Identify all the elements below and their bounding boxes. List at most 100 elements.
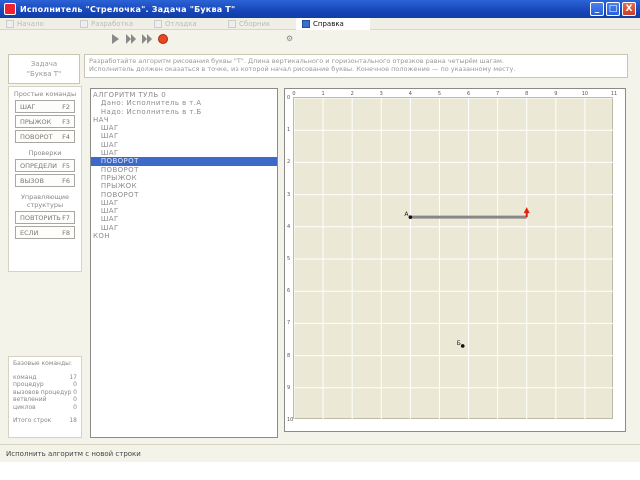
stop-button[interactable]: [158, 34, 168, 44]
stats-row: вызовов процедур 0: [13, 388, 77, 396]
menu-item-debug[interactable]: Отладка: [148, 18, 222, 30]
main-area: Простые команды ШАГ F2 ПРЫЖОК F3 ПОВОРОТ F4…: [0, 86, 640, 444]
home-icon: [6, 19, 14, 28]
task-name-box: Задача "Буква Т": [8, 54, 80, 84]
editor-line[interactable]: АЛГОРИТМ ТУЛЬ 0: [91, 91, 277, 99]
book-icon: [228, 19, 236, 28]
menu-item-help[interactable]: Справка: [296, 17, 370, 30]
menu-item-develop[interactable]: Разработка: [74, 18, 148, 30]
menu-bar: Начало Разработка Отладка Сборник Справк…: [0, 17, 640, 30]
editor-line[interactable]: Дано: Исполнитель в т.А: [91, 99, 277, 107]
algorithm-editor[interactable]: АЛГОРИТМ ТУЛЬ 0 Дано: Исполнитель в т.А …: [90, 88, 278, 438]
pencil-icon: [80, 19, 88, 28]
y-tick-label: 4: [287, 223, 291, 230]
task-name-label: Задача: [30, 60, 58, 68]
editor-line[interactable]: ШАГ: [91, 141, 277, 149]
jump-command-button[interactable]: ПРЫЖОК F3: [15, 115, 75, 128]
editor-line[interactable]: ШАГ: [91, 149, 277, 157]
command-palette: Простые команды ШАГ F2 ПРЫЖОК F3 ПОВОРОТ F4…: [8, 86, 82, 272]
editor-line[interactable]: НАЧ: [91, 116, 277, 124]
editor-line[interactable]: ШАГ: [91, 199, 277, 207]
maximize-button[interactable]: □: [606, 2, 620, 16]
task-name-value: "Буква Т": [26, 70, 62, 78]
minimize-button[interactable]: _: [590, 2, 604, 16]
x-tick-label: 9: [554, 91, 558, 97]
bottom-strip: [0, 462, 640, 480]
x-tick-label: 10: [581, 91, 589, 97]
stats-row: циклов 0: [13, 403, 77, 411]
x-tick-label: 2: [350, 91, 354, 97]
y-tick-label: 0: [287, 95, 291, 101]
drawing-field[interactable]: АБ 0 1 2 3 4 5 6 7 8 9 10 11 0 1 2 3 4 5 6 7 8 9 10: [287, 91, 617, 423]
status-bar: Исполнить алгоритм с новой строки: [0, 444, 640, 462]
menu-item-start[interactable]: Начало: [0, 18, 74, 30]
window-title: Исполнитель "Стрелочка". Задача "Буква Т…: [20, 4, 236, 14]
editor-line[interactable]: ШАГ: [91, 215, 277, 223]
statistics-panel: Базовые команды: команд 17 процедур 0 вызо…: [8, 356, 82, 438]
control-structures-heading: Управляющие структуры: [20, 193, 70, 209]
x-tick-label: 11: [610, 91, 618, 97]
point-b-marker: [460, 344, 465, 348]
title-bar: Исполнитель "Стрелочка". Задача "Буква Т…: [0, 0, 640, 18]
app-icon: [4, 3, 16, 15]
stats-row: процедур 0: [13, 381, 77, 388]
x-tick-label: 8: [525, 91, 529, 97]
editor-line[interactable]: ПОВОРОТ: [91, 166, 277, 174]
stats-row: команд 17: [13, 373, 77, 381]
y-tick-label: 8: [287, 352, 291, 359]
y-tick-label: 7: [287, 320, 291, 327]
y-tick-label: 9: [287, 384, 291, 391]
window-controls: _ □ X: [590, 2, 636, 16]
task-description-line-1: Разработайте алгоритм рисования буквы "Т…: [89, 57, 504, 65]
define-command-button[interactable]: ОПРЕДЕЛИ F5: [15, 159, 75, 172]
close-button[interactable]: X: [622, 2, 636, 16]
y-tick-label: 5: [287, 256, 291, 262]
x-tick-label: 7: [496, 91, 500, 97]
editor-line[interactable]: ШАГ: [91, 224, 277, 232]
run-fast-icon[interactable]: [126, 34, 136, 44]
turn-command-button[interactable]: ПОВОРОТ F4: [15, 130, 75, 143]
status-text: Исполнить алгоритм с новой строки: [6, 450, 141, 458]
toolbar: ⚙: [0, 30, 640, 50]
step-icon[interactable]: [142, 34, 152, 44]
conditions-heading: Проверки: [28, 149, 62, 157]
field-panel: АБ 0 1 2 3 4 5 6 7 8 9 10 11 0 1 2 3 4 5 6 7 8 9 10: [284, 88, 626, 432]
task-panel: Задача "Буква Т" Разработайте алгоритм р…: [0, 50, 640, 86]
editor-line[interactable]: ПРЫЖОК: [91, 174, 277, 182]
x-tick-label: 6: [466, 91, 471, 97]
repeat-command-button[interactable]: ПОВТОРИТЬ F7: [15, 211, 75, 224]
simple-commands-heading: Простые команды: [13, 90, 77, 98]
editor-line[interactable]: ПОВОРОТ: [91, 157, 277, 166]
editor-line[interactable]: ШАГ: [91, 207, 277, 215]
menu-item-collection[interactable]: Сборник: [222, 18, 296, 30]
y-tick-label: 3: [287, 191, 291, 198]
x-tick-label: 5: [437, 91, 442, 97]
y-tick-label: 1: [287, 127, 291, 134]
editor-line[interactable]: КОН: [91, 232, 277, 240]
x-tick-label: 4: [408, 91, 412, 97]
x-tick-label: 3: [379, 91, 383, 97]
stats-row: ветвлений 0: [13, 396, 77, 403]
editor-line[interactable]: Надо: Исполнитель в т.Б: [91, 108, 277, 116]
help-icon: [302, 19, 310, 28]
stats-title: Базовые команды:: [13, 360, 72, 367]
settings-icon[interactable]: ⚙: [286, 34, 296, 44]
y-tick-label: 2: [287, 159, 291, 166]
left-panel: Простые команды ШАГ F2 ПРЫЖОК F3 ПОВОРОТ F4…: [8, 86, 82, 438]
editor-line[interactable]: ПОВОРОТ: [91, 191, 277, 199]
if-command-button[interactable]: ЕСЛИ F8: [15, 226, 75, 239]
play-icon: [154, 19, 162, 28]
point-a-marker: [408, 215, 413, 219]
call-command-button[interactable]: ВЫЗОВ F6: [15, 174, 75, 187]
editor-line[interactable]: ШАГ: [91, 124, 277, 132]
x-tick-label: 0: [292, 91, 296, 97]
editor-line[interactable]: ШАГ: [91, 132, 277, 140]
stats-total: Итого строк 18: [13, 417, 77, 424]
task-description: Разработайте алгоритм рисования буквы "Т…: [84, 54, 628, 78]
editor-line[interactable]: ПРЫЖОК: [91, 182, 277, 190]
run-icon[interactable]: [112, 34, 122, 44]
x-tick-label: 1: [321, 91, 325, 97]
y-tick-label: 6: [287, 288, 291, 295]
step-command-button[interactable]: ШАГ F2: [15, 100, 75, 113]
field-grid: АБ: [294, 98, 614, 420]
